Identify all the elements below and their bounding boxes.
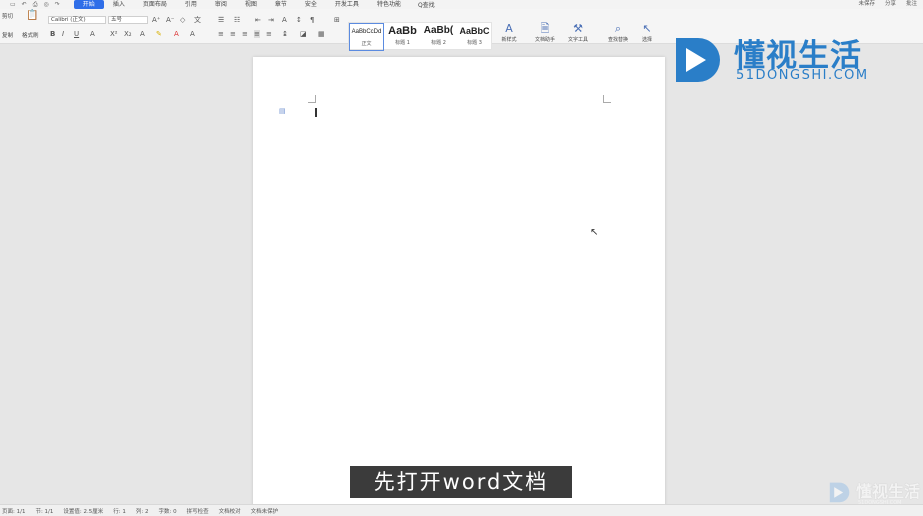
redo-icon[interactable]: ↷ <box>55 1 60 9</box>
style-gallery: AaBbCcDd 正文 AaBb 标题 1 AaBb( 标题 2 AaBbC 标… <box>348 22 492 51</box>
line-spacing-icon[interactable]: ↨ <box>282 30 288 38</box>
decrease-indent-icon[interactable]: ⇤ <box>255 16 261 24</box>
status-proofread[interactable]: 文档校对 <box>219 507 241 515</box>
status-page[interactable]: 页面: 1/1 <box>2 507 25 515</box>
italic-icon[interactable]: I <box>62 30 64 38</box>
format-painter-button[interactable]: 格式刷 <box>22 31 39 39</box>
tab-page-layout[interactable]: 页面布局 <box>134 0 176 9</box>
document-page[interactable]: ▤ <box>253 57 665 516</box>
tab-view[interactable]: 视图 <box>236 0 266 9</box>
search-command[interactable]: Q查找 <box>418 0 435 9</box>
font-size-select[interactable]: 五号 <box>108 16 148 24</box>
quick-access-toolbar: ▭ ↶ ⎙ ◎ ↷ <box>10 1 60 9</box>
status-section: 节: 1/1 <box>35 508 54 515</box>
status-protection[interactable]: 文档未保护 <box>251 507 279 515</box>
copy-button[interactable]: 复制 <box>2 31 13 39</box>
tab-review[interactable]: 审阅 <box>206 0 236 9</box>
new-style-button[interactable]: A 新样式 <box>495 22 523 43</box>
style-normal[interactable]: AaBbCcDd 正文 <box>349 23 384 51</box>
shading-icon[interactable]: ◪ <box>300 30 307 38</box>
align-left-icon[interactable]: ≡ <box>218 30 224 38</box>
paste-icon[interactable]: 📋 <box>26 11 38 21</box>
tab-security[interactable]: 安全 <box>296 0 326 9</box>
share-button[interactable]: 分享 <box>885 0 896 9</box>
play-logo-icon <box>676 38 720 82</box>
tab-developer[interactable]: 开发工具 <box>326 0 368 9</box>
watermark-small-cn: 懂视生活 <box>856 482 921 501</box>
document-icon: 🗎 <box>540 22 550 35</box>
wand-icon: ⚒ <box>573 22 583 35</box>
align-right-icon[interactable]: ≡ <box>242 30 248 38</box>
bold-icon[interactable]: B <box>50 30 55 38</box>
preview-icon[interactable]: ◎ <box>44 1 49 9</box>
borders-icon[interactable]: ▦ <box>318 30 325 38</box>
top-right-actions: 未保存 分享 批注 <box>858 0 917 9</box>
highlight-icon[interactable]: ✎ <box>156 30 162 38</box>
watermark-logo: 懂视生活 51DONGSHI.COM <box>672 32 872 88</box>
text-tools-button[interactable]: ⚒ 文字工具 <box>562 22 594 43</box>
distribute-icon[interactable]: ≡ <box>266 30 272 38</box>
increase-indent-icon[interactable]: ⇥ <box>268 16 274 24</box>
margin-corner-top-left <box>308 95 316 103</box>
find-replace-button[interactable]: ⌕ 查找替换 <box>602 22 634 43</box>
shrink-font-icon[interactable]: A⁻ <box>166 16 174 24</box>
text-cursor <box>315 108 317 117</box>
print-icon[interactable]: ⎙ <box>33 1 38 9</box>
status-spell-check[interactable]: 拼写检查 <box>187 507 209 515</box>
status-setting: 设置值: 2.5厘米 <box>63 508 104 515</box>
show-marks-icon[interactable]: ¶ <box>310 16 314 24</box>
style-heading-3[interactable]: AaBbC 标题 3 <box>457 23 492 51</box>
chinese-layout-icon[interactable]: A <box>282 16 287 24</box>
watermark-small-en: 51DONGSHI.COM <box>858 500 902 506</box>
subscript-icon[interactable]: X₂ <box>124 30 132 38</box>
strikethrough-icon[interactable]: A <box>90 30 95 38</box>
new-style-icon: A <box>505 22 513 35</box>
menu-bar: ▭ ↶ ⎙ ◎ ↷ 开始 插入 页面布局 引用 审阅 视图 章节 安全 开发工具… <box>0 0 923 9</box>
status-word-count[interactable]: 字数: 0 <box>158 507 176 515</box>
grow-font-icon[interactable]: A⁺ <box>152 16 160 24</box>
style-heading-1[interactable]: AaBb 标题 1 <box>385 23 420 51</box>
style-heading-2[interactable]: AaBb( 标题 2 <box>421 23 456 51</box>
unsaved-status[interactable]: 未保存 <box>858 0 875 9</box>
margin-corner-top-right <box>603 95 611 103</box>
justify-icon[interactable]: ≡ <box>254 30 260 38</box>
play-logo-small-icon <box>829 482 850 503</box>
mouse-pointer-icon: ↖ <box>590 227 599 238</box>
font-name-select[interactable]: Calibri (正文) <box>48 16 106 24</box>
font-color-icon[interactable]: A <box>174 30 179 38</box>
bullets-icon[interactable]: ☰ <box>218 16 224 24</box>
align-center-icon[interactable]: ≡ <box>230 30 236 38</box>
tab-section[interactable]: 章节 <box>266 0 296 9</box>
paragraph-layout-icon[interactable]: ▤ <box>279 107 286 115</box>
text-effect-icon[interactable]: A <box>140 30 145 38</box>
tab-features[interactable]: 特色功能 <box>368 0 410 9</box>
select-button[interactable]: ↖ 选择 <box>636 22 658 43</box>
status-column: 列: 2 <box>135 508 149 515</box>
pointer-icon: ↖ <box>642 22 652 35</box>
tab-insert[interactable]: 插入 <box>104 0 134 9</box>
table-icon[interactable]: ⊞ <box>334 16 340 24</box>
doc-assistant-button[interactable]: 🗎 文档助手 <box>530 22 560 43</box>
superscript-icon[interactable]: X² <box>110 30 118 38</box>
tab-home[interactable]: 开始 <box>73 0 104 9</box>
video-subtitle: 先打开word文档 <box>350 466 572 498</box>
cut-button[interactable]: 剪切 <box>2 12 13 20</box>
watermark-logo-small: 懂视生活 51DONGSHI.COM <box>828 478 923 514</box>
status-bar: 页面: 1/1 节: 1/1 设置值: 2.5厘米 行: 1 列: 2 字数: … <box>0 504 923 516</box>
phonetic-icon[interactable]: 文 <box>194 16 201 24</box>
save-icon[interactable]: ▭ <box>10 1 16 9</box>
char-border-icon[interactable]: A <box>190 30 195 38</box>
undo-icon[interactable]: ↶ <box>22 1 27 9</box>
numbering-icon[interactable]: ☷ <box>234 16 240 24</box>
watermark-en: 51DONGSHI.COM <box>736 68 869 83</box>
tab-references[interactable]: 引用 <box>176 0 206 9</box>
comment-button[interactable]: 批注 <box>906 0 917 9</box>
ribbon-tabs: 开始 插入 页面布局 引用 审阅 视图 章节 安全 开发工具 特色功能 <box>73 0 410 9</box>
clear-format-icon[interactable]: ◇ <box>180 16 185 24</box>
status-row: 行: 1 <box>113 508 126 515</box>
search-icon: ⌕ <box>614 22 622 35</box>
sort-icon[interactable]: ↕ <box>296 16 302 24</box>
underline-icon[interactable]: U <box>74 30 79 38</box>
